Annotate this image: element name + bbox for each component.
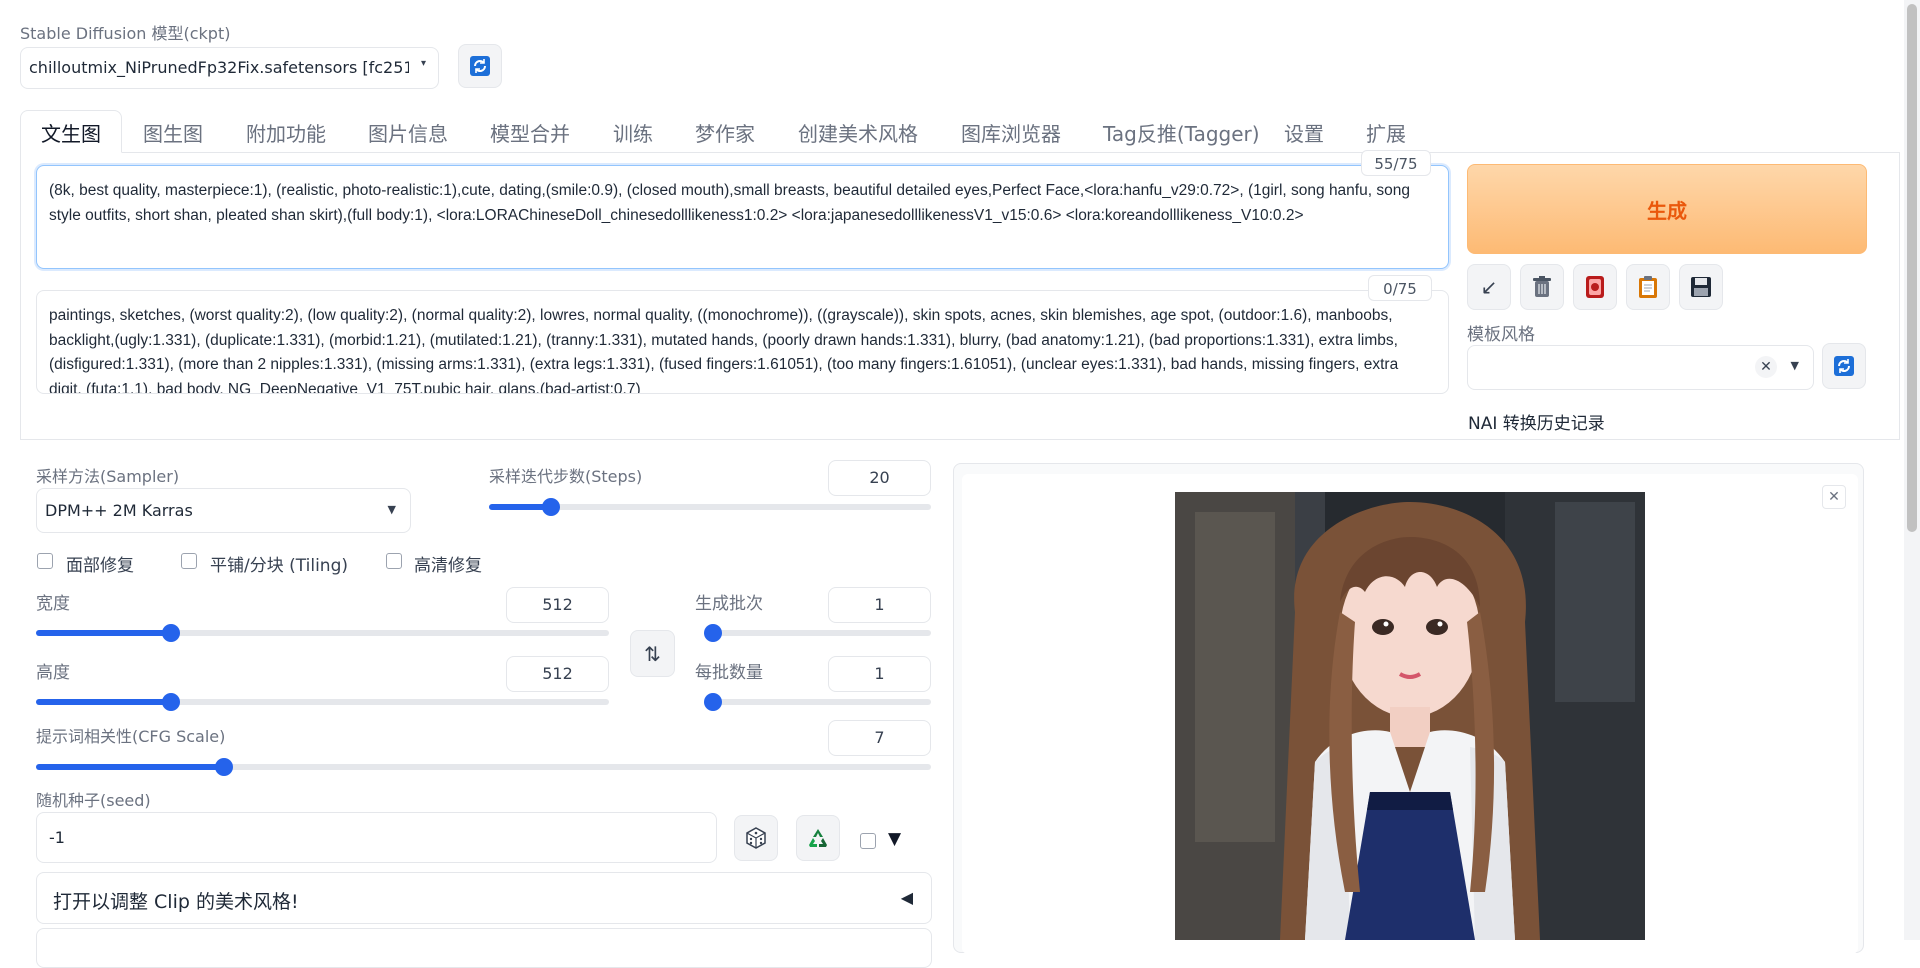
height-slider[interactable] <box>36 693 609 711</box>
swap-dimensions-button[interactable]: ⇅ <box>630 630 675 677</box>
dice-icon <box>746 827 766 849</box>
steps-label: 采样迭代步数(Steps) <box>489 467 643 486</box>
save-style-button[interactable] <box>1679 264 1723 310</box>
steps-slider[interactable] <box>489 498 931 516</box>
model-refresh-button[interactable] <box>458 44 502 88</box>
batch-count-slider-thumb[interactable] <box>704 624 722 642</box>
extra-networks-button[interactable] <box>1573 264 1617 310</box>
width-slider-thumb[interactable] <box>162 624 181 642</box>
seed-extra-checkbox[interactable] <box>860 833 876 849</box>
clip-style-label: 打开以调整 Clip 的美术风格! <box>53 891 299 913</box>
batch-count-input[interactable]: 1 <box>828 587 931 623</box>
paste-button[interactable] <box>1626 264 1670 310</box>
next-accordion[interactable] <box>36 928 932 968</box>
cfg-input[interactable]: 7 <box>828 720 931 756</box>
close-icon[interactable]: ✕ <box>1822 485 1846 509</box>
tiling-checkbox[interactable] <box>181 553 197 569</box>
width-slider[interactable] <box>36 624 609 642</box>
tab-image-browser[interactable]: 图库浏览器 <box>961 118 1061 147</box>
seed-value: -1 <box>49 828 65 847</box>
hires-fix-label: 高清修复 <box>414 556 482 576</box>
steps-input[interactable]: 20 <box>828 460 931 496</box>
close-icon[interactable]: ✕ <box>1755 356 1777 378</box>
width-input[interactable]: 512 <box>506 587 609 623</box>
negative-prompt-token-counter: 0/75 <box>1368 275 1432 301</box>
height-slider-thumb[interactable] <box>162 693 181 711</box>
height-input[interactable]: 512 <box>506 656 609 692</box>
tab-img2img[interactable]: 图生图 <box>143 118 203 147</box>
steps-slider-thumb[interactable] <box>541 498 560 516</box>
batch-size-label: 每批数量 <box>695 663 763 683</box>
sampler-select[interactable]: DPM++ 2M Karras ▼ <box>36 488 411 533</box>
batch-count-slider[interactable] <box>704 624 931 642</box>
random-seed-button[interactable] <box>734 815 778 861</box>
styles-refresh-button[interactable] <box>1822 343 1866 389</box>
negative-prompt-text: paintings, sketches, (worst quality:2), … <box>49 307 1399 394</box>
clip-style-toggle-icon: ◀ <box>900 888 913 907</box>
nai-history-label[interactable]: NAI 转换历史记录 <box>1468 409 1605 434</box>
cfg-slider[interactable] <box>36 758 931 776</box>
width-label: 宽度 <box>36 594 70 614</box>
refresh-icon <box>1834 356 1854 376</box>
tab-settings[interactable]: 设置 <box>1284 118 1324 147</box>
cfg-slider-thumb[interactable] <box>214 758 233 776</box>
tab-tagger[interactable]: Tag反推(Tagger) <box>1103 118 1260 147</box>
batch-size-slider[interactable] <box>704 693 931 711</box>
model-label: Stable Diffusion 模型(ckpt) <box>20 24 231 43</box>
read-params-button[interactable]: ↙ <box>1467 264 1511 310</box>
card-icon <box>1586 276 1604 298</box>
recycle-icon <box>809 829 827 847</box>
clipboard-icon <box>1639 276 1657 298</box>
height-slider-fill <box>36 699 172 705</box>
generate-label: 生成 <box>1647 198 1687 223</box>
trash-icon <box>1533 276 1551 297</box>
clear-prompt-button[interactable] <box>1520 264 1564 310</box>
tab-train[interactable]: 训练 <box>613 118 653 147</box>
batch-count-label: 生成批次 <box>695 594 763 614</box>
tab-extensions[interactable]: 扩展 <box>1366 118 1406 147</box>
cfg-label: 提示词相关性(CFG Scale) <box>36 727 226 746</box>
save-icon <box>1691 277 1711 297</box>
page-scrollbar-thumb[interactable] <box>1907 4 1917 532</box>
hires-fix-checkbox[interactable] <box>386 553 402 569</box>
model-value: chilloutmix_NiPrunedFp32Fix.safetensors … <box>29 58 409 77</box>
chevron-down-icon: ▼ <box>1790 359 1799 372</box>
negative-prompt-textarea[interactable]: paintings, sketches, (worst quality:2), … <box>36 290 1449 394</box>
tiling-label: 平铺/分块 (Tiling) <box>210 556 348 576</box>
seed-label: 随机种子(seed) <box>36 791 151 810</box>
height-label: 高度 <box>36 663 70 683</box>
swap-vertical-icon: ⇅ <box>644 641 661 666</box>
tab-txt2img-label: 文生图 <box>41 122 101 146</box>
face-restore-label: 面部修复 <box>66 556 134 576</box>
styles-label: 模板风格 <box>1467 325 1535 345</box>
prompt-textarea[interactable]: (8k, best quality, masterpiece:1), (real… <box>36 165 1449 269</box>
styles-select[interactable]: ✕ ▼ <box>1467 345 1814 390</box>
prompt-token-counter: 55/75 <box>1361 150 1431 176</box>
batch-size-input[interactable]: 1 <box>828 656 931 692</box>
clip-style-accordion[interactable]: 打开以调整 Clip 的美术风格! ◀ <box>36 872 932 924</box>
width-slider-fill <box>36 630 172 636</box>
page-scrollbar[interactable] <box>1904 0 1920 940</box>
chevron-down-icon: ▼ <box>387 503 396 516</box>
tab-create-aesthetic[interactable]: 创建美术风格 <box>798 118 918 147</box>
model-select[interactable]: chilloutmix_NiPrunedFp32Fix.safetensors … <box>20 47 439 89</box>
sampler-value: DPM++ 2M Karras <box>45 501 193 520</box>
generate-button[interactable]: 生成 <box>1467 164 1867 254</box>
generated-image[interactable] <box>1175 492 1645 940</box>
reuse-seed-button[interactable] <box>796 815 840 861</box>
tab-extras[interactable]: 附加功能 <box>246 118 326 147</box>
cfg-slider-fill <box>36 764 224 770</box>
tab-png-info[interactable]: 图片信息 <box>368 118 448 147</box>
arrow-icon: ↙ <box>1480 275 1498 299</box>
tab-checkpoint-merger[interactable]: 模型合并 <box>490 118 570 147</box>
chevron-down-icon: ▾ <box>420 58 426 69</box>
face-restore-checkbox[interactable] <box>37 553 53 569</box>
seed-extra-toggle[interactable]: ▼ <box>888 829 901 849</box>
refresh-icon <box>470 56 490 76</box>
sampler-label: 采样方法(Sampler) <box>36 467 180 486</box>
seed-input[interactable]: -1 <box>36 812 717 863</box>
tab-dream-artist[interactable]: 梦作家 <box>695 118 755 147</box>
prompt-text: (8k, best quality, masterpiece:1), (real… <box>49 182 1410 224</box>
batch-size-slider-thumb[interactable] <box>704 693 722 711</box>
